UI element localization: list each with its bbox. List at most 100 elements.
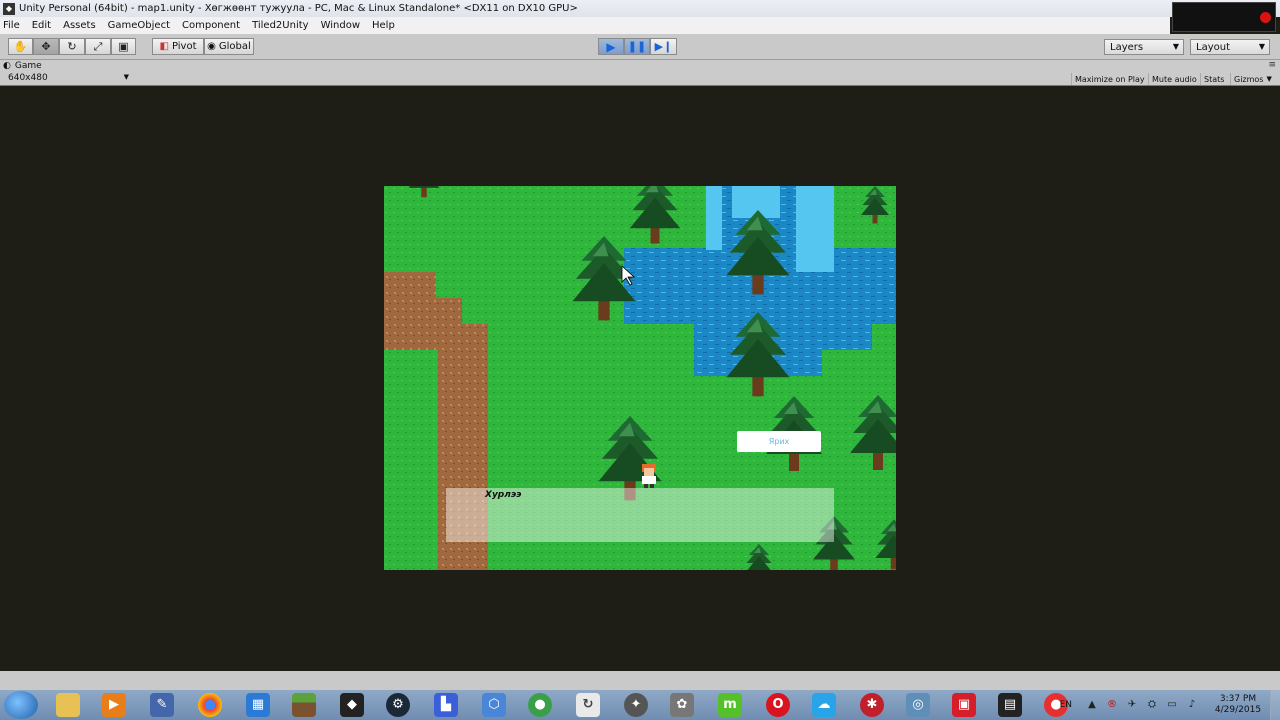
chat-icon: ☁ — [812, 693, 836, 717]
m-icon: m — [718, 693, 742, 717]
tab-menu-icon[interactable]: ≡ — [1268, 60, 1276, 70]
taskbar-media[interactable]: ▶ — [94, 691, 134, 719]
menu-gameobject[interactable]: GameObject — [108, 20, 170, 31]
menu-tiled2unity[interactable]: Tiled2Unity — [252, 20, 309, 31]
start-button[interactable] — [4, 691, 38, 719]
grass-block-icon — [292, 693, 316, 717]
pivot-icon: ◧ — [159, 41, 169, 52]
tray-app-icon[interactable]: ® — [1106, 699, 1118, 711]
hand-tool-button[interactable]: ✋ — [8, 38, 33, 55]
rotate-icon: ↻ — [67, 40, 77, 53]
taskbar-skype[interactable]: ☁ — [804, 691, 844, 719]
chevron-down-icon: ▼ — [1172, 42, 1179, 51]
tray-device-icon[interactable]: ▭ — [1166, 699, 1178, 711]
menu-edit[interactable]: Edit — [32, 20, 51, 31]
taskbar-steam[interactable]: ⚙ — [378, 691, 418, 719]
taskbar-unity[interactable]: ◆ — [332, 691, 372, 719]
windows-taskbar: ▶ ✎ ▦ ◆ ⚙ ▙ ⬡ ● ↻ ✦ ✿ m O ☁ ✱ ◎ ▣ ▤ ● EN… — [0, 690, 1280, 720]
pivot-label: Pivot — [171, 41, 197, 52]
resolution-label: 640x480 — [8, 73, 48, 83]
refresh-icon: ↻ — [576, 693, 600, 717]
app-icon: ✎ — [150, 693, 174, 717]
clock-time: 3:37 PM — [1219, 694, 1257, 704]
taskbar-app-15[interactable]: m — [710, 691, 750, 719]
system-tray: EN ▲ ® ✈ ⛭ ▭ ♪ 3:37 PM 4/29/2015 — [1060, 690, 1280, 720]
move-tool-button[interactable]: ✥ — [33, 38, 59, 55]
taskbar-opera[interactable]: O — [758, 691, 798, 719]
layers-label: Layers — [1110, 41, 1144, 53]
taskbar-minecraft[interactable] — [284, 691, 324, 719]
menu-component[interactable]: Component — [182, 20, 240, 31]
taskbar-explorer[interactable] — [48, 691, 88, 719]
layers-dropdown[interactable]: Layers ▼ — [1104, 39, 1184, 55]
stats-toggle[interactable]: Stats — [1200, 73, 1227, 85]
menu-help[interactable]: Help — [372, 20, 395, 31]
gimp-icon: ✿ — [670, 693, 694, 717]
status-strip — [0, 671, 1280, 690]
play-button[interactable]: ▶ — [598, 38, 624, 55]
tetris-icon: ▙ — [434, 693, 458, 717]
scale-icon: ⤢ — [93, 39, 103, 53]
show-desktop-button[interactable] — [1270, 690, 1280, 720]
ball-icon: ✱ — [860, 693, 884, 717]
menu-file[interactable]: File — [3, 20, 20, 31]
folder-icon — [56, 693, 80, 717]
maximize-on-play-toggle[interactable]: Maximize on Play — [1071, 73, 1148, 85]
tab-game[interactable]: ◐ Game — [3, 60, 73, 72]
rotate-tool-button[interactable]: ↻ — [59, 38, 85, 55]
cube-icon: ⬡ — [482, 693, 506, 717]
chevron-down-icon: ▼ — [1266, 75, 1272, 83]
global-label: Global — [218, 41, 251, 52]
maximize-label: Maximize on Play — [1075, 74, 1145, 84]
rect-tool-button[interactable]: ▣ — [111, 38, 136, 55]
gizmos-dropdown[interactable]: Gizmos ▼ — [1230, 73, 1275, 85]
language-indicator[interactable]: EN — [1060, 700, 1072, 710]
talk-button-label: Ярих — [768, 437, 790, 446]
pivot-toggle[interactable]: ◧ Pivot — [152, 38, 204, 55]
pause-button[interactable]: ❚❚ — [624, 38, 650, 55]
unity-icon: ◆ — [340, 693, 364, 717]
taskbar-app-12[interactable]: ↻ — [568, 691, 608, 719]
clock[interactable]: 3:37 PM 4/29/2015 — [1206, 694, 1270, 716]
taskbar-app-20[interactable]: ▣ — [944, 691, 984, 719]
resolution-dropdown[interactable]: 640x480 ▼ — [3, 73, 131, 85]
game-scene — [384, 186, 896, 570]
opera-icon: O — [766, 693, 790, 717]
menu-assets[interactable]: Assets — [63, 20, 96, 31]
taskbar-app-13[interactable]: ✦ — [616, 691, 656, 719]
show-hidden-icons-icon[interactable]: ▲ — [1086, 699, 1098, 711]
tray-security-icon[interactable]: ✈ — [1126, 699, 1138, 711]
taskbar-app-10[interactable]: ⬡ — [474, 691, 514, 719]
window-titlebar: ◆ Unity Personal (64bit) - map1.unity - … — [0, 0, 1280, 17]
menu-window[interactable]: Window — [321, 20, 360, 31]
step-button[interactable]: ▶❙ — [650, 38, 677, 55]
taskbar-app-19[interactable]: ◎ — [898, 691, 938, 719]
chevron-down-icon: ▼ — [1258, 42, 1265, 51]
tab-game-label: Game — [14, 61, 42, 71]
tray-network-icon[interactable]: ⛭ — [1146, 699, 1158, 711]
chrome-icon — [198, 693, 222, 717]
scale-tool-button[interactable]: ⤢ — [85, 38, 111, 55]
taskbar-gimp[interactable]: ✿ — [662, 691, 702, 719]
talk-button[interactable]: Ярих — [737, 431, 821, 452]
taskbar-app-18[interactable]: ✱ — [852, 691, 892, 719]
taskbar-app-3[interactable]: ✎ — [142, 691, 182, 719]
media-player-icon: ▶ — [102, 693, 126, 717]
rect-icon: ▣ — [118, 40, 129, 53]
game-view-toolbar: 640x480 ▼ Maximize on Play Mute audio Sta… — [0, 72, 1280, 86]
taskbar-app-21[interactable]: ▤ — [990, 691, 1030, 719]
taskbar-app-9[interactable]: ▙ — [426, 691, 466, 719]
app-icon: ▦ — [246, 693, 270, 717]
layout-dropdown[interactable]: Layout ▼ — [1190, 39, 1270, 55]
taskbar-app-5[interactable]: ▦ — [238, 691, 278, 719]
record-icon — [1260, 12, 1271, 23]
mute-audio-toggle[interactable]: Mute audio — [1148, 73, 1200, 85]
taskbar-chrome[interactable] — [190, 691, 230, 719]
global-toggle[interactable]: ◉ Global — [204, 38, 254, 55]
game-view: Хурлээ Ярих — [0, 87, 1280, 671]
main-toolbar: ✋ ✥ ↻ ⤢ ▣ ◧ Pivot ◉ Global ▶ ❚❚ ▶❙ Layers ▼… — [0, 34, 1280, 60]
shield-icon: ● — [528, 693, 552, 717]
volume-icon[interactable]: ♪ — [1186, 699, 1198, 711]
taskbar-app-11[interactable]: ● — [520, 691, 560, 719]
game-viewport[interactable]: Хурлээ Ярих — [384, 186, 896, 570]
